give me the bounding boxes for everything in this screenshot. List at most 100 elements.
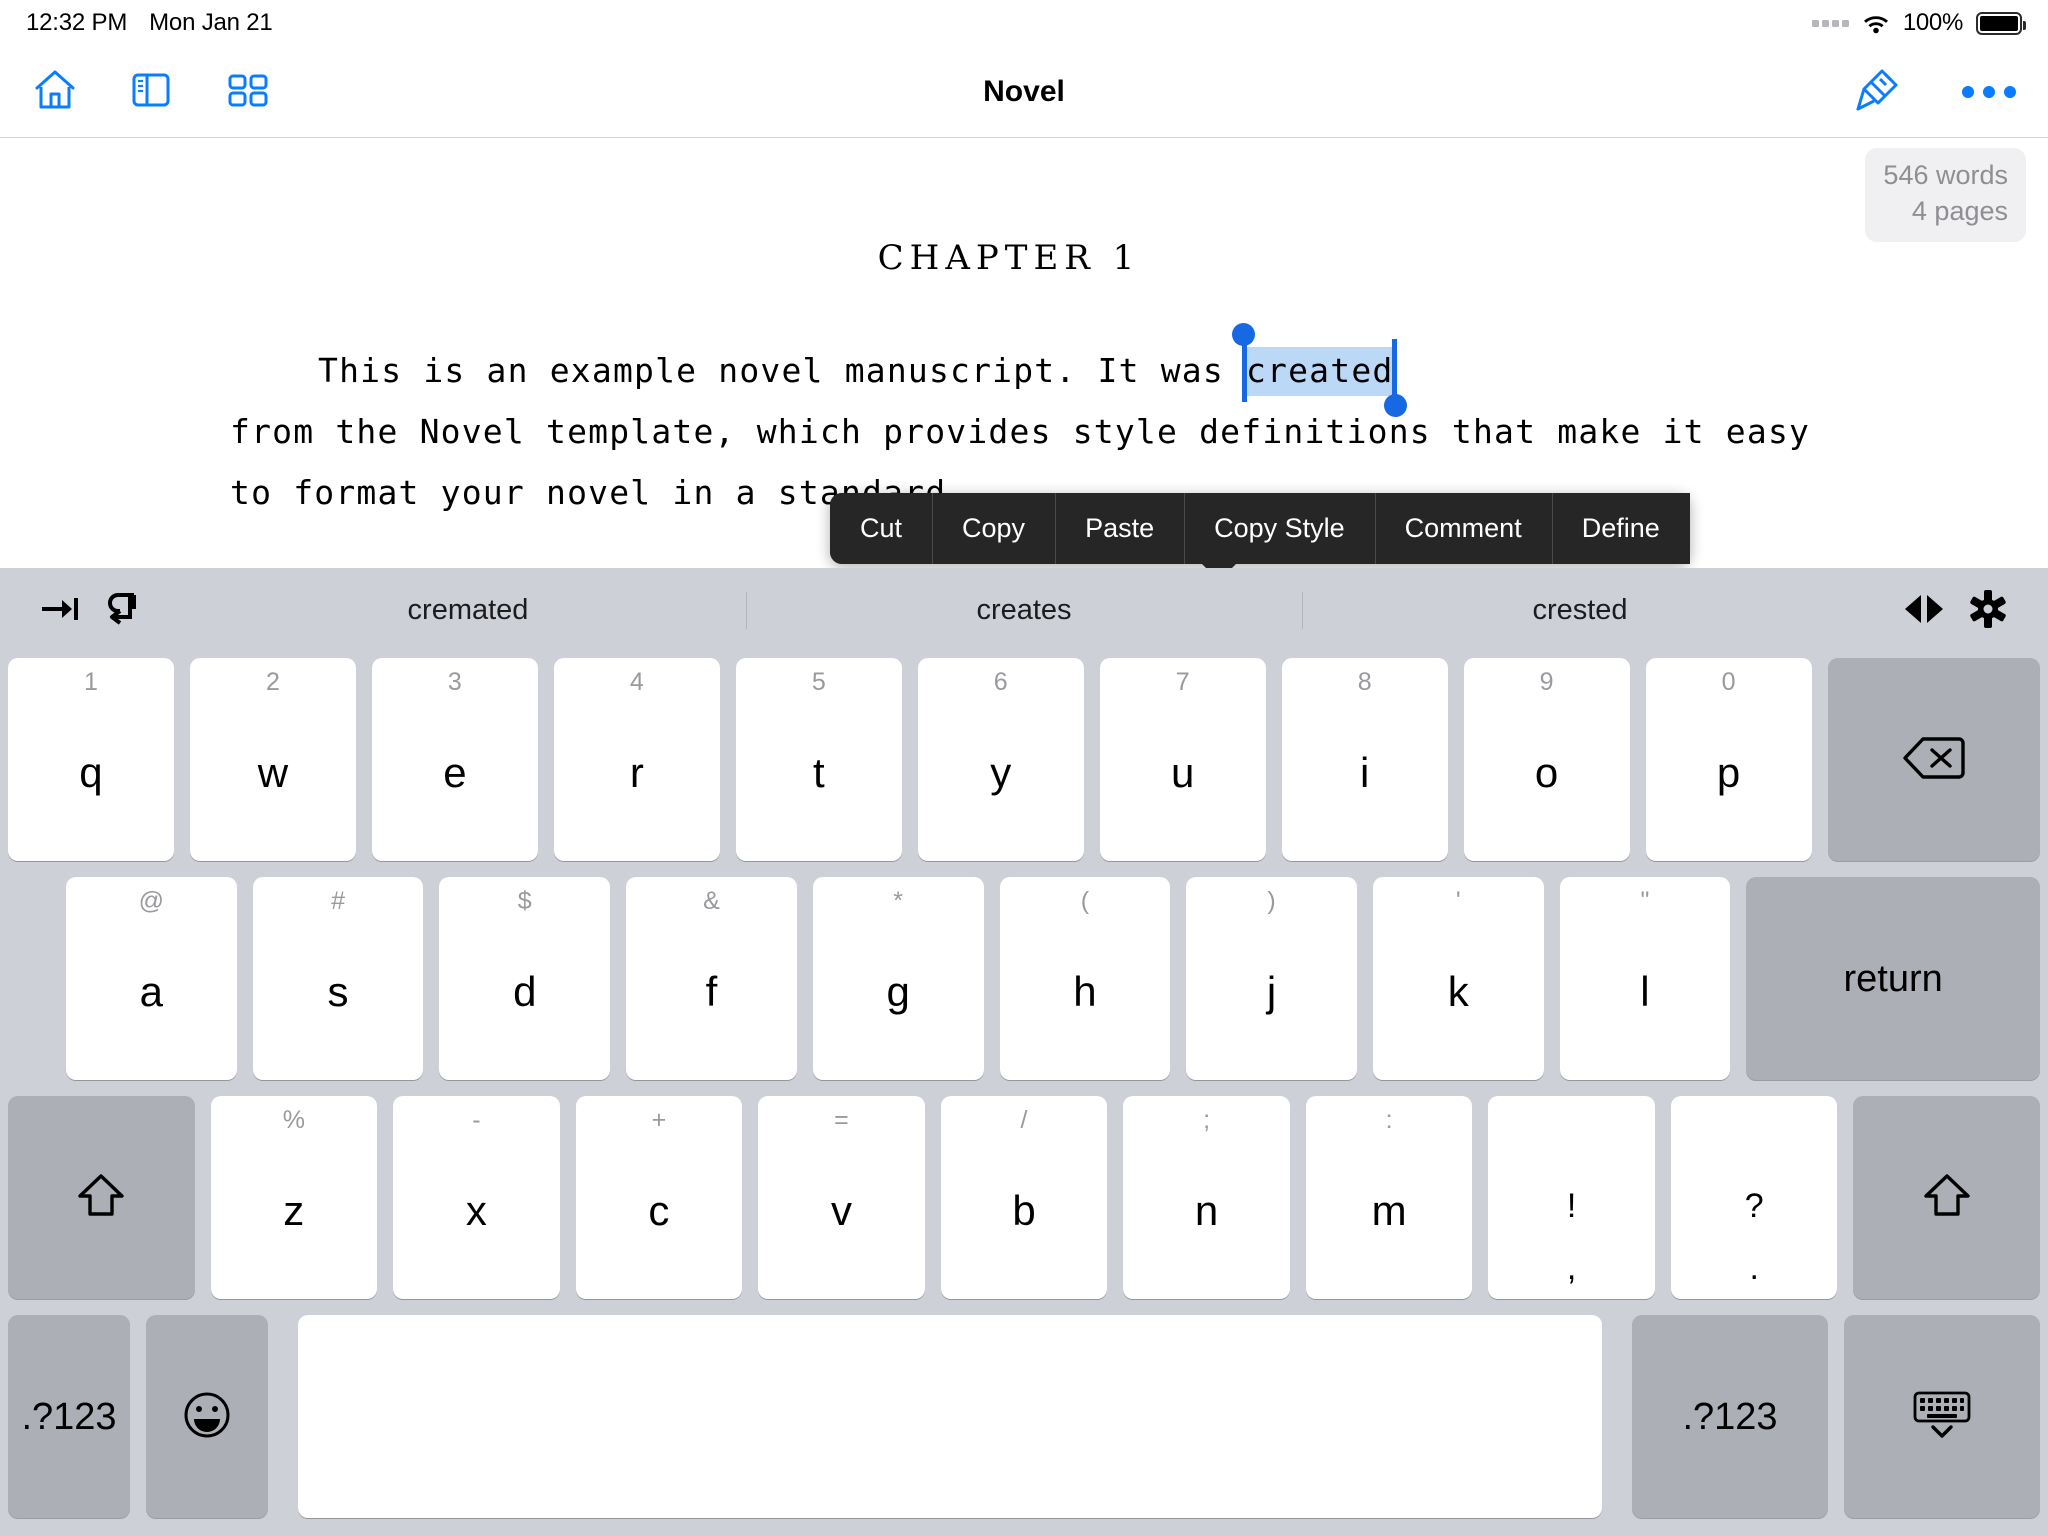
key-shift-right[interactable] bbox=[1853, 1096, 2040, 1299]
key-b[interactable]: / b bbox=[940, 1096, 1108, 1299]
key-e[interactable]: 3e bbox=[371, 658, 538, 861]
key-u-label: u bbox=[1171, 748, 1195, 796]
key-k[interactable]: ' k bbox=[1372, 877, 1544, 1080]
suggestion-list[interactable]: cremated creates crested bbox=[190, 588, 1858, 633]
key-s[interactable]: # s bbox=[252, 877, 424, 1080]
key-f-alt: & bbox=[703, 887, 720, 915]
suggestion-item-1[interactable]: cremated bbox=[190, 588, 746, 633]
key-c-alt: + bbox=[651, 1106, 667, 1134]
suggestion-item-3[interactable]: crested bbox=[1302, 588, 1858, 633]
key-y[interactable]: 6y bbox=[917, 658, 1084, 861]
selection-handle-start[interactable] bbox=[1231, 323, 1255, 346]
key-t-label: t bbox=[812, 748, 825, 796]
suggestion-item-2[interactable]: creates bbox=[746, 588, 1302, 633]
home-icon bbox=[32, 67, 78, 116]
key-d-alt: $ bbox=[517, 887, 532, 915]
key-c[interactable]: + c bbox=[575, 1096, 743, 1299]
key-a-label: a bbox=[139, 967, 164, 1015]
key-emoji[interactable] bbox=[146, 1315, 268, 1518]
key-i-alt: 8 bbox=[1357, 668, 1372, 696]
context-menu-define[interactable]: Define bbox=[1551, 493, 1690, 564]
view-grid-button[interactable] bbox=[220, 63, 276, 120]
key-u[interactable]: 7u bbox=[1099, 658, 1266, 861]
key-hide-keyboard[interactable] bbox=[1844, 1315, 2040, 1518]
grid-icon bbox=[224, 67, 272, 116]
key-s-label: s bbox=[327, 967, 349, 1015]
key-space[interactable] bbox=[298, 1315, 1602, 1518]
key-f[interactable]: & f bbox=[626, 877, 797, 1080]
key-shift-left[interactable] bbox=[8, 1096, 195, 1299]
key-backspace[interactable] bbox=[1827, 658, 2040, 861]
key-i[interactable]: 8i bbox=[1281, 658, 1448, 861]
app-toolbar: Novel bbox=[0, 46, 2048, 138]
keyboard-row-1: 1q 2w 3e 4r 5t 6y 7u 8i 9o 0p bbox=[8, 652, 2040, 871]
selected-text[interactable]: created bbox=[1231, 323, 1408, 417]
key-g-label: g bbox=[886, 967, 910, 1015]
context-menu-copy[interactable]: Copy bbox=[932, 493, 1056, 564]
key-z-label: z bbox=[283, 1186, 305, 1234]
key-n[interactable]: ; n bbox=[1123, 1096, 1290, 1299]
cursor-arrows-button[interactable] bbox=[1892, 578, 1956, 642]
key-m-label: m bbox=[1371, 1186, 1407, 1234]
page-title: Novel bbox=[983, 74, 1065, 108]
key-exclamation-comma[interactable]: !, bbox=[1488, 1096, 1655, 1299]
key-w-label: w bbox=[257, 748, 289, 796]
key-d[interactable]: $ d bbox=[439, 877, 611, 1080]
key-numbers-left[interactable]: .?123 bbox=[8, 1315, 130, 1518]
on-screen-keyboard[interactable]: cremated creates crested 1 q 2 w 3 e 4 r… bbox=[0, 568, 2048, 1536]
context-menu-copy-style[interactable]: Copy Style bbox=[1184, 493, 1375, 564]
key-b-label: b bbox=[1012, 1186, 1036, 1234]
key-a[interactable]: @ a bbox=[66, 877, 237, 1080]
context-menu-comment[interactable]: Comment bbox=[1374, 493, 1552, 564]
key-g[interactable]: * g bbox=[812, 877, 984, 1080]
key-q-alt: 1 bbox=[84, 668, 98, 696]
key-q[interactable]: 1q bbox=[8, 658, 174, 861]
text-context-menu[interactable]: Cut Copy Paste Copy Style Comment Define bbox=[830, 493, 1690, 581]
key-numbers-right[interactable]: .?123 bbox=[1632, 1315, 1828, 1518]
undo-button[interactable] bbox=[92, 578, 156, 642]
key-exclamation-label: ! bbox=[1566, 1186, 1577, 1225]
key-m[interactable]: :m bbox=[1305, 1096, 1473, 1299]
key-z-alt: % bbox=[282, 1106, 305, 1134]
tab-button[interactable] bbox=[28, 578, 92, 642]
format-button[interactable] bbox=[1848, 61, 1906, 122]
key-question-label: ? bbox=[1744, 1186, 1764, 1225]
keyboard-row-4: .?123 .?123 bbox=[8, 1309, 2040, 1528]
key-p[interactable]: 0p bbox=[1645, 658, 1812, 861]
context-menu-paste[interactable]: Paste bbox=[1055, 493, 1185, 564]
key-l[interactable]: " l bbox=[1559, 877, 1731, 1080]
key-x[interactable]: -x bbox=[393, 1096, 560, 1299]
key-return-label: return bbox=[1843, 957, 1943, 1000]
key-w[interactable]: 2w bbox=[189, 658, 356, 861]
keyboard-rows: 1q 2w 3e 4r 5t 6y 7u 8i 9o 0p @ a # s $ … bbox=[0, 652, 2048, 1528]
cellular-signal-icon bbox=[1811, 19, 1849, 27]
key-return[interactable]: return bbox=[1746, 877, 2040, 1080]
home-button[interactable] bbox=[28, 63, 82, 120]
key-l-alt: " bbox=[1640, 887, 1650, 915]
keyboard-settings-button[interactable] bbox=[1956, 578, 2020, 642]
key-question-period[interactable]: ?. bbox=[1670, 1096, 1838, 1299]
key-numbers-right-label: .?123 bbox=[1682, 1395, 1778, 1438]
key-u-alt: 7 bbox=[1175, 668, 1190, 696]
status-date: Mon Jan 21 bbox=[149, 9, 273, 36]
more-options-button[interactable] bbox=[1958, 82, 2020, 102]
shift-icon bbox=[74, 1169, 128, 1226]
undo-icon bbox=[102, 587, 146, 634]
key-v[interactable]: = v bbox=[758, 1096, 925, 1299]
key-x-label: x bbox=[465, 1186, 487, 1234]
key-j[interactable]: ) j bbox=[1186, 877, 1357, 1080]
document-page[interactable]: CHAPTER 1 This is an example novel manus… bbox=[0, 138, 2048, 523]
key-o[interactable]: 9o bbox=[1463, 658, 1630, 861]
key-n-label: n bbox=[1194, 1186, 1219, 1234]
key-z[interactable]: % z bbox=[210, 1096, 378, 1299]
context-menu-cut[interactable]: Cut bbox=[830, 493, 933, 564]
key-t[interactable]: 5t bbox=[735, 658, 902, 861]
key-p-alt: 0 bbox=[1721, 668, 1736, 696]
sidebar-button[interactable] bbox=[124, 63, 178, 120]
keyboard-suggestion-bar[interactable]: cremated creates crested bbox=[0, 568, 2048, 652]
key-h[interactable]: (h bbox=[999, 877, 1171, 1080]
selection-bar-left bbox=[1241, 339, 1247, 402]
shift-icon bbox=[1920, 1169, 1974, 1226]
key-p-label: p bbox=[1716, 748, 1741, 796]
key-r[interactable]: 4r bbox=[553, 658, 720, 861]
